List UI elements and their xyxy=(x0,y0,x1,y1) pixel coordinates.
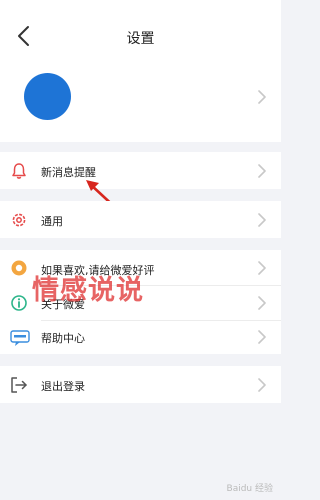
chevron-right-icon xyxy=(258,261,266,275)
settings-item-general[interactable]: 通用 xyxy=(0,201,281,238)
gear-icon xyxy=(12,213,26,227)
bell-icon xyxy=(12,163,26,179)
baidu-watermark: Baidu 经验 xyxy=(226,484,273,494)
settings-item-label: 通用 xyxy=(41,215,63,228)
settings-item-notifications[interactable]: 新消息提醒 xyxy=(0,152,281,189)
chevron-right-icon xyxy=(258,164,266,178)
settings-item-logout[interactable]: 退出登录 xyxy=(0,366,281,403)
help-icon xyxy=(10,330,30,346)
watermark-text: 情感说说 xyxy=(32,275,144,306)
logout-icon xyxy=(11,377,27,393)
chevron-right-icon xyxy=(258,213,266,227)
page-title: 设置 xyxy=(126,31,155,47)
avatar[interactable] xyxy=(24,73,71,120)
chevron-right-icon[interactable] xyxy=(257,90,267,104)
settings-item-label: 退出登录 xyxy=(41,380,85,393)
chevron-right-icon xyxy=(258,378,266,392)
chevron-right-icon xyxy=(258,330,266,344)
profile-header: 设置 xyxy=(0,0,281,142)
settings-item-label: 帮助中心 xyxy=(41,332,85,345)
settings-item-help[interactable]: 帮助中心 xyxy=(0,321,281,354)
info-icon xyxy=(11,295,27,311)
chevron-right-icon xyxy=(258,296,266,310)
star-badge-icon xyxy=(11,260,27,276)
